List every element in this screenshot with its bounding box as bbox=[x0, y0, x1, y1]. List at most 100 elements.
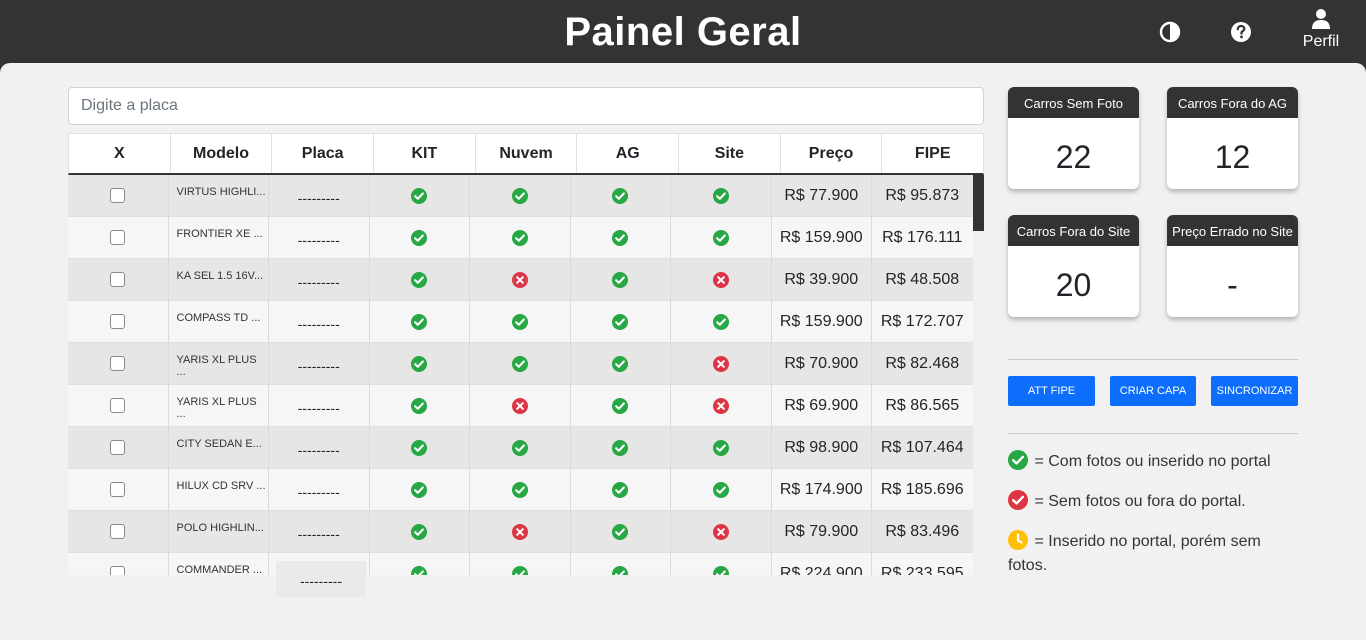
model-cell: CITY SEDAN E... bbox=[169, 427, 269, 468]
column-header[interactable]: Preço bbox=[781, 134, 883, 173]
column-header[interactable]: Site bbox=[679, 134, 781, 173]
price-cell: R$ 79.900 bbox=[772, 511, 872, 552]
price-cell: R$ 70.900 bbox=[772, 343, 872, 384]
model-cell: KA SEL 1.5 16V... bbox=[169, 259, 269, 300]
row-checkbox[interactable] bbox=[110, 314, 126, 329]
help-icon bbox=[1231, 22, 1251, 42]
card-title: Carros Sem Foto bbox=[1008, 87, 1139, 118]
price-cell: R$ 77.900 bbox=[772, 175, 872, 216]
row-checkbox[interactable] bbox=[110, 440, 126, 455]
ag-status-cell bbox=[571, 553, 671, 575]
card-preco-errado: Preço Errado no Site - bbox=[1167, 215, 1298, 317]
divider bbox=[1008, 359, 1298, 360]
table-row[interactable]: COMMANDER ... R$ 224.900 R$ 233.595 bbox=[68, 553, 973, 575]
nuvem-status-cell bbox=[470, 427, 571, 468]
plate-cell: --------- bbox=[269, 511, 370, 552]
help-button[interactable] bbox=[1230, 21, 1252, 43]
table-row[interactable]: POLO HIGHLIN... --------- R$ 79.900 R$ 83.4… bbox=[68, 511, 973, 553]
select-cell bbox=[68, 385, 169, 426]
table-row[interactable]: CITY SEDAN E... --------- R$ 98.900 R$ 107.… bbox=[68, 427, 973, 469]
fipe-cell: R$ 95.873 bbox=[885, 186, 960, 204]
table-row[interactable]: VIRTUS HIGHLI... --------- R$ 77.900 R$ 95.… bbox=[68, 175, 973, 217]
column-header[interactable]: AG bbox=[577, 134, 680, 173]
select-cell bbox=[68, 259, 169, 300]
site-status-cell bbox=[671, 217, 772, 258]
column-header[interactable]: KIT bbox=[374, 134, 476, 173]
fipe-cell: R$ 107.464 bbox=[880, 438, 964, 456]
column-header[interactable]: Nuvem bbox=[476, 134, 578, 173]
table-row[interactable]: FRONTIER XE ... --------- R$ 159.900 R$ 176… bbox=[68, 217, 973, 259]
sincronizar-button[interactable]: SINCRONIZAR bbox=[1211, 376, 1298, 406]
table-body: VIRTUS HIGHLI... --------- R$ 77.900 R$ 95.… bbox=[68, 175, 984, 575]
plate-search-input[interactable] bbox=[68, 87, 984, 125]
row-checkbox[interactable] bbox=[110, 272, 126, 287]
check-circle-icon bbox=[511, 439, 528, 456]
site-status-cell bbox=[671, 553, 772, 575]
fipe-cell: R$ 233.595 bbox=[880, 564, 964, 576]
legend-warning-label: = Inserido no portal, porém sem fotos. bbox=[1008, 533, 1261, 574]
row-checkbox[interactable] bbox=[110, 566, 126, 575]
nuvem-status-cell bbox=[470, 259, 571, 300]
price-cell: R$ 39.900 bbox=[772, 259, 872, 300]
card-value: 12 bbox=[1214, 139, 1251, 175]
select-cell bbox=[68, 469, 169, 510]
profile-button[interactable]: Perfil bbox=[1296, 8, 1346, 52]
check-circle-icon bbox=[1008, 490, 1028, 510]
clock-icon bbox=[1008, 530, 1028, 550]
check-circle-icon bbox=[411, 481, 428, 498]
plate-cell: --------- bbox=[269, 427, 370, 468]
price-cell: R$ 224.900 bbox=[772, 553, 872, 575]
check-circle-icon bbox=[411, 313, 428, 330]
plate-cell: --------- bbox=[269, 217, 370, 258]
site-status-cell bbox=[671, 469, 772, 510]
check-circle-icon bbox=[612, 229, 629, 246]
att-fipe-button[interactable]: ATT FIPE bbox=[1008, 376, 1095, 406]
row-checkbox[interactable] bbox=[110, 188, 126, 203]
card-value: - bbox=[1227, 267, 1238, 303]
criar-capa-button[interactable]: CRIAR CAPA bbox=[1110, 376, 1196, 406]
site-status-cell bbox=[671, 385, 772, 426]
legend-error-label: = Sem fotos ou fora do portal. bbox=[1034, 493, 1246, 510]
row-checkbox[interactable] bbox=[110, 398, 126, 413]
column-header[interactable]: FIPE bbox=[882, 134, 983, 173]
contrast-icon bbox=[1159, 21, 1181, 43]
legend-ok: = Com fotos ou inserido no portal bbox=[1008, 450, 1298, 474]
ag-status-cell bbox=[571, 301, 671, 342]
plate-cell: --------- bbox=[269, 301, 370, 342]
check-circle-icon bbox=[712, 439, 729, 456]
column-header[interactable]: Modelo bbox=[171, 134, 273, 173]
contrast-button[interactable] bbox=[1159, 21, 1181, 43]
kit-status-cell bbox=[370, 259, 470, 300]
table-scrollbar[interactable] bbox=[973, 175, 984, 575]
check-circle-icon bbox=[612, 355, 629, 372]
model-cell: COMPASS TD ... bbox=[169, 301, 269, 342]
check-circle-icon bbox=[712, 313, 729, 330]
row-checkbox[interactable] bbox=[110, 230, 126, 245]
scrollbar-thumb[interactable] bbox=[973, 175, 984, 231]
table-row[interactable]: KA SEL 1.5 16V... --------- R$ 39.900 R$ 48… bbox=[68, 259, 973, 301]
card-title: Preço Errado no Site bbox=[1167, 215, 1298, 246]
row-checkbox[interactable] bbox=[110, 524, 126, 539]
check-circle-icon bbox=[712, 187, 729, 204]
check-circle-icon bbox=[511, 313, 528, 330]
table-row[interactable]: YARIS XL PLUS ... --------- R$ 69.900 R$ 86… bbox=[68, 385, 973, 427]
row-checkbox[interactable] bbox=[110, 482, 126, 497]
fipe-cell: R$ 172.707 bbox=[880, 312, 964, 330]
fipe-cell: R$ 82.468 bbox=[885, 354, 960, 372]
table-row[interactable]: HILUX CD SRV ... --------- R$ 174.900 R$ 18… bbox=[68, 469, 973, 511]
site-status-cell bbox=[671, 259, 772, 300]
nuvem-status-cell bbox=[470, 469, 571, 510]
table-row[interactable]: YARIS XL PLUS ... --------- R$ 70.900 R$ 82… bbox=[68, 343, 973, 385]
check-circle-icon bbox=[612, 271, 629, 288]
price-cell: R$ 98.900 bbox=[772, 427, 872, 468]
column-header[interactable]: X bbox=[69, 134, 171, 173]
check-circle-icon bbox=[612, 187, 629, 204]
kit-status-cell bbox=[370, 343, 470, 384]
kit-status-cell bbox=[370, 301, 470, 342]
row-checkbox[interactable] bbox=[110, 356, 126, 371]
column-header[interactable]: Placa bbox=[272, 134, 375, 173]
table-row[interactable]: COMPASS TD ... --------- R$ 159.900 R$ 172.… bbox=[68, 301, 973, 343]
site-status-cell bbox=[671, 511, 772, 552]
plate-cell: --------- bbox=[269, 469, 370, 510]
x-circle-icon bbox=[712, 355, 729, 372]
